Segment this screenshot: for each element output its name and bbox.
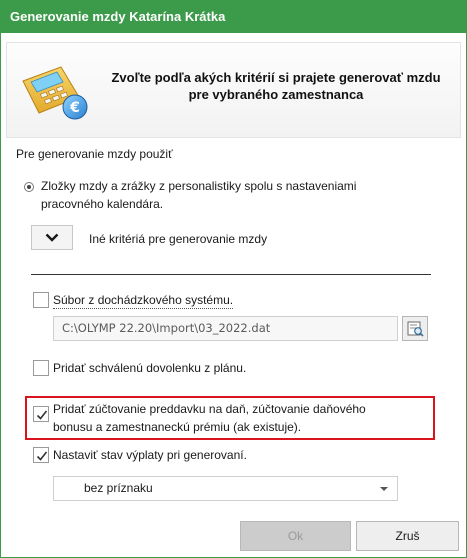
browse-file-icon — [407, 321, 424, 337]
payout-state-label: Nastaviť stav výplaty pri generovaní. — [53, 448, 247, 462]
radio-personnel-components-label: Zložky mzdy a zrážky z personalistiky sp… — [41, 179, 357, 211]
vacation-plan-checkbox[interactable] — [33, 360, 49, 376]
payout-state-checkbox[interactable] — [33, 447, 49, 463]
other-criteria-toggle-button[interactable] — [31, 225, 73, 250]
advance-tax-label: Pridať zúčtovanie preddavku na daň, zúčt… — [53, 402, 366, 434]
dialog-body: € Zvoľte podľa akých kritérií si prajete… — [0, 33, 467, 558]
checkmark-icon — [36, 451, 48, 461]
radio-personnel-components[interactable] — [24, 182, 34, 192]
browse-file-button[interactable] — [402, 316, 428, 341]
cancel-button[interactable]: Zruš — [356, 521, 459, 551]
other-criteria-label: Iné kritériá pre generovanie mzdy — [89, 232, 268, 246]
section-label: Pre generovanie mzdy použiť — [16, 147, 173, 161]
chevron-down-icon — [45, 233, 59, 242]
dropdown-arrow-icon — [380, 487, 388, 491]
attendance-file-label: Súbor z dochádzkového systému. — [53, 293, 234, 309]
payout-state-dropdown[interactable]: bez príznaku — [53, 476, 398, 501]
attendance-file-path-input[interactable]: C:\OLYMP 22.20\Import\03_2022.dat — [53, 316, 398, 341]
calculator-euro-icon: € — [22, 66, 88, 120]
section-divider — [31, 274, 431, 275]
dialog-header: € Zvoľte podľa akých kritérií si prajete… — [6, 42, 461, 138]
payout-state-value: bez príznaku — [84, 481, 153, 495]
attendance-file-checkbox[interactable] — [33, 292, 49, 308]
header-title: Zvoľte podľa akých kritérií si prajete g… — [111, 70, 441, 102]
vacation-plan-label: Pridať schválenú dovolenku z plánu. — [53, 361, 247, 375]
checkmark-icon — [36, 410, 48, 420]
svg-text:€: € — [69, 100, 80, 116]
advance-tax-checkbox[interactable] — [33, 406, 49, 422]
ok-button[interactable]: Ok — [240, 521, 351, 551]
window-title: Generovanie mzdy Katarína Krátka — [0, 0, 467, 33]
